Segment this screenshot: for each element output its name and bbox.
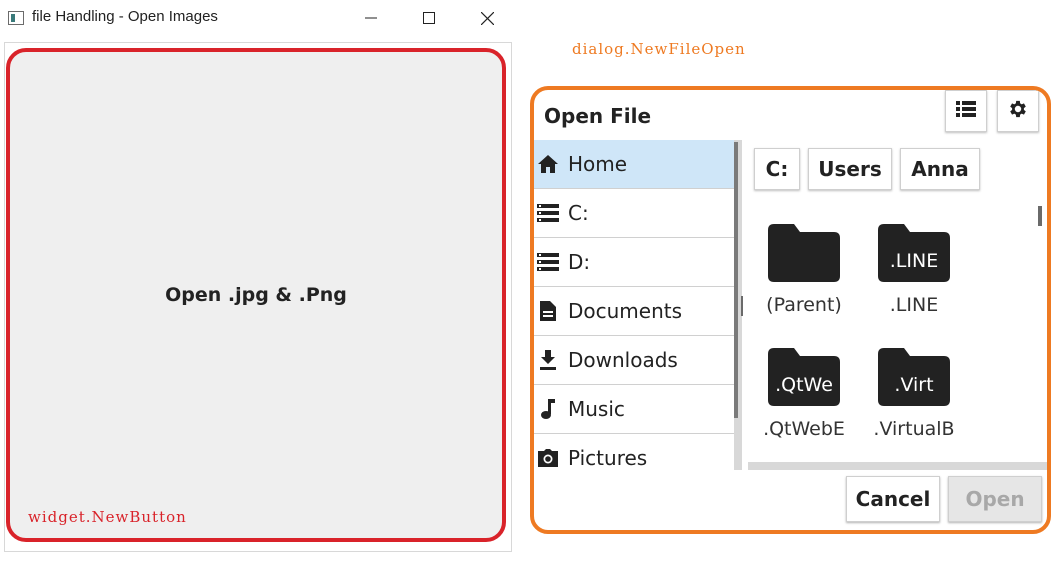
file-item-virtualbox[interactable]: .Virt .VirtualB: [866, 348, 962, 440]
breadcrumb-c-drive[interactable]: C:: [754, 148, 800, 190]
music-icon: [534, 399, 568, 419]
folder-badge: .LINE: [889, 250, 939, 272]
drive-icon: [534, 204, 568, 222]
download-icon: [534, 350, 568, 370]
open-images-button-label: Open .jpg & .Png: [165, 284, 347, 306]
app-icon: [8, 11, 24, 25]
file-name: .VirtualB: [873, 418, 955, 440]
folder-icon: .LINE: [878, 224, 950, 282]
sidebar-item-music[interactable]: Music: [534, 385, 740, 434]
files-horizontal-scrollbar[interactable]: [748, 462, 1047, 470]
sidebar-item-label: Music: [568, 397, 625, 421]
sidebar-item-documents[interactable]: Documents: [534, 287, 740, 336]
window-titlebar: file Handling - Open Images: [0, 0, 512, 36]
sidebar-item-label: D:: [568, 250, 591, 274]
dialog-title: Open File: [544, 104, 652, 128]
file-item-qtwebengine[interactable]: .QtWe .QtWebE: [756, 348, 852, 440]
open-button[interactable]: Open: [948, 476, 1042, 522]
breadcrumb-anna[interactable]: Anna: [900, 148, 980, 190]
places-sidebar: Home C: D: Documents Downloads Music Pic…: [534, 140, 740, 470]
document-icon: [534, 301, 568, 321]
settings-button[interactable]: [997, 90, 1039, 132]
close-icon[interactable]: [472, 6, 502, 30]
window-title: file Handling - Open Images: [32, 8, 218, 25]
file-item-parent[interactable]: (Parent): [756, 224, 852, 316]
gear-icon: [1007, 98, 1029, 124]
sidebar-item-c-drive[interactable]: C:: [534, 189, 740, 238]
open-images-button[interactable]: Open .jpg & .Png: [6, 48, 506, 542]
folder-icon: [768, 224, 840, 282]
file-name: (Parent): [766, 294, 842, 316]
sidebar-item-d-drive[interactable]: D:: [534, 238, 740, 287]
drive-icon: [534, 253, 568, 271]
sidebar-item-label: Home: [568, 152, 628, 176]
folder-icon: .QtWe: [768, 348, 840, 406]
button-annotation: widget.NewButton: [28, 508, 187, 526]
file-open-dialog: Open File Home C: D: Documents Downloads…: [530, 86, 1051, 534]
file-item-line[interactable]: .LINE .LINE: [866, 224, 962, 316]
sidebar-item-downloads[interactable]: Downloads: [534, 336, 740, 385]
sidebar-item-label: Pictures: [568, 446, 648, 470]
breadcrumb-users[interactable]: Users: [808, 148, 892, 190]
dialog-annotation: dialog.NewFileOpen: [572, 40, 746, 58]
sidebar-item-label: C:: [568, 201, 589, 225]
camera-icon: [534, 449, 568, 467]
folder-badge: .QtWe: [775, 374, 833, 396]
folder-badge: .Virt: [894, 374, 934, 396]
cancel-button[interactable]: Cancel: [846, 476, 940, 522]
home-icon: [534, 155, 568, 173]
sidebar-item-pictures[interactable]: Pictures: [534, 434, 740, 470]
maximize-icon[interactable]: [414, 6, 444, 30]
sidebar-item-label: Downloads: [568, 348, 678, 372]
sidebar-item-home[interactable]: Home: [534, 140, 740, 189]
file-name: .LINE: [889, 294, 939, 316]
sidebar-scroll-thumb[interactable]: [734, 142, 738, 418]
folder-icon: .Virt: [878, 348, 950, 406]
sidebar-item-label: Documents: [568, 299, 683, 323]
list-view-button[interactable]: [945, 90, 987, 132]
files-scroll-thumb[interactable]: [1038, 206, 1042, 226]
list-view-icon: [956, 101, 976, 121]
minimize-icon[interactable]: [356, 6, 386, 30]
file-name: .QtWebE: [763, 418, 845, 440]
split-handle[interactable]: [741, 296, 743, 316]
